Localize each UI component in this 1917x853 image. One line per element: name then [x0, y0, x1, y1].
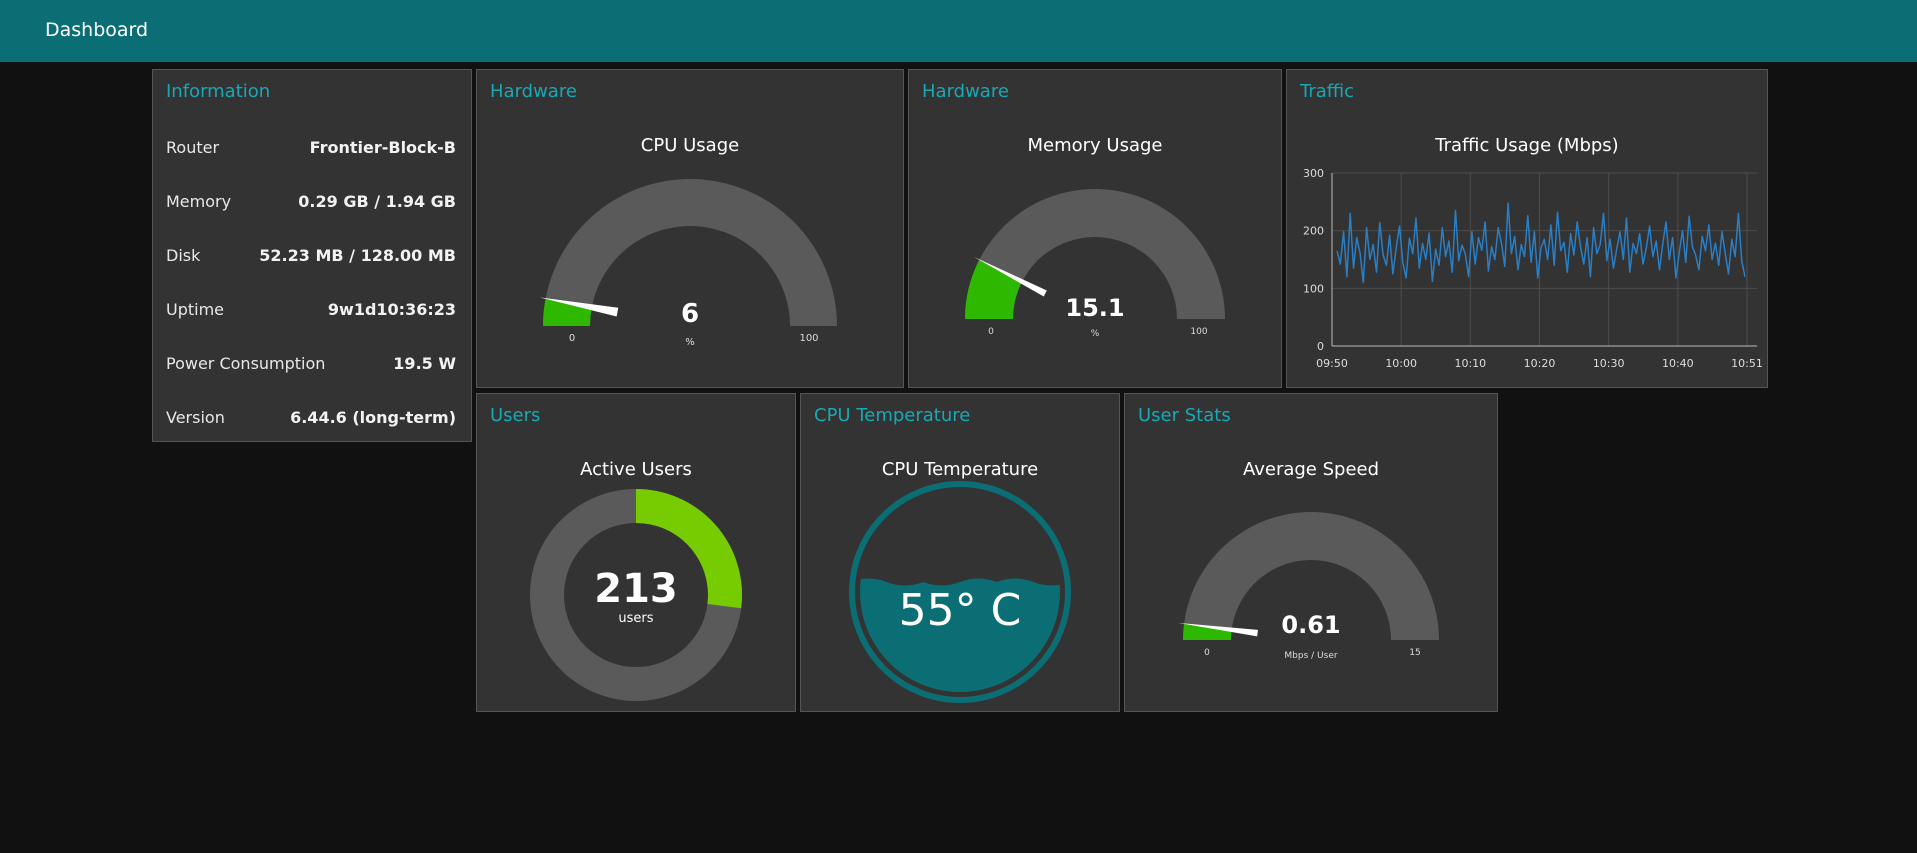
info-value: 19.5 W [393, 354, 456, 373]
memory-usage-card: Hardware Memory Usage 15.1 % 0 100 [908, 69, 1282, 388]
x-tick-label: 10:00 [1385, 357, 1417, 370]
x-tick-label: 10:20 [1524, 357, 1556, 370]
info-value: 9w1d10:36:23 [327, 300, 456, 319]
information-card: Information Router Frontier-Block-B Memo… [152, 69, 472, 442]
info-value: Frontier-Block-B [309, 138, 456, 157]
gauge-value: 15.1 [1065, 294, 1124, 322]
x-tick-label: 10:30 [1593, 357, 1625, 370]
gauge-max-label: 15 [1409, 648, 1420, 658]
gauge-min-label: 0 [1204, 648, 1210, 658]
memory-usage-gauge: 15.1 % 0 100 [965, 189, 1225, 339]
x-tick-label: 10:40 [1662, 357, 1694, 370]
user-stats-card: User Stats Average Speed 0.61 Mbps / Use… [1124, 393, 1498, 712]
y-tick-label: 100 [1303, 282, 1324, 295]
cpu-usage-card: Hardware CPU Usage 6 % 0 100 [476, 69, 904, 388]
info-label: Uptime [166, 300, 225, 319]
info-row-router: Router Frontier-Block-B [166, 138, 456, 160]
cpu-temperature-level-gauge: 55° C [849, 481, 1071, 703]
gauge-unit: % [1091, 329, 1100, 339]
information-card-title: Information [166, 81, 271, 102]
active-users-value: 213 [594, 566, 678, 612]
traffic-series-line [1336, 202, 1746, 284]
x-tick-label: 10:51 [1731, 357, 1763, 370]
info-value: 0.29 GB / 1.94 GB [298, 192, 456, 211]
traffic-card: Traffic Traffic Usage (Mbps) 0 100 200 300 0… [1286, 69, 1768, 388]
info-row-uptime: Uptime 9w1d10:36:23 [166, 300, 456, 322]
y-tick-label: 200 [1303, 225, 1324, 238]
info-label: Memory [166, 192, 232, 211]
info-label: Router [166, 138, 220, 157]
gauge-min-label: 0 [988, 327, 994, 337]
gauge-unit: % [685, 337, 695, 348]
info-row-power: Power Consumption 19.5 W [166, 354, 456, 376]
info-value: 6.44.6 (long-term) [290, 408, 456, 427]
gauge-min-label: 0 [569, 333, 575, 344]
info-row-disk: Disk 52.23 MB / 128.00 MB [166, 246, 456, 268]
x-tick-label: 10:10 [1454, 357, 1486, 370]
traffic-chart: 0 100 200 300 09:50 10:00 10:10 10:20 10:30 10:40… [1303, 167, 1763, 370]
x-tick-label: 09:50 [1316, 357, 1348, 370]
average-speed-gauge: 0.61 Mbps / User 0 15 [1178, 512, 1439, 661]
active-users-donut: 213 users [530, 489, 742, 701]
top-bar: Dashboard [0, 0, 1917, 62]
gauge-unit: Mbps / User [1284, 651, 1337, 661]
dashboard-title: Dashboard [45, 19, 149, 41]
info-label: Version [166, 408, 225, 427]
info-label: Power Consumption [166, 354, 326, 373]
info-row-version: Version 6.44.6 (long-term) [166, 408, 456, 430]
info-row-memory: Memory 0.29 GB / 1.94 GB [166, 192, 456, 214]
cpu-temperature-value: 55° C [899, 585, 1022, 636]
users-card: Users Active Users 213 users [476, 393, 796, 712]
gauge-max-label: 100 [799, 333, 818, 344]
gauge-max-label: 100 [1190, 327, 1207, 337]
active-users-unit: users [618, 611, 653, 626]
info-label: Disk [166, 246, 201, 265]
cpu-temperature-card: CPU Temperature CPU Temperature 55° C [800, 393, 1120, 712]
info-value: 52.23 MB / 128.00 MB [259, 246, 456, 265]
y-tick-label: 300 [1303, 167, 1324, 180]
cpu-usage-gauge: 6 % 0 100 [539, 179, 837, 348]
gauge-value: 6 [681, 299, 699, 329]
y-tick-label: 0 [1317, 340, 1324, 353]
gauge-value: 0.61 [1281, 611, 1340, 639]
